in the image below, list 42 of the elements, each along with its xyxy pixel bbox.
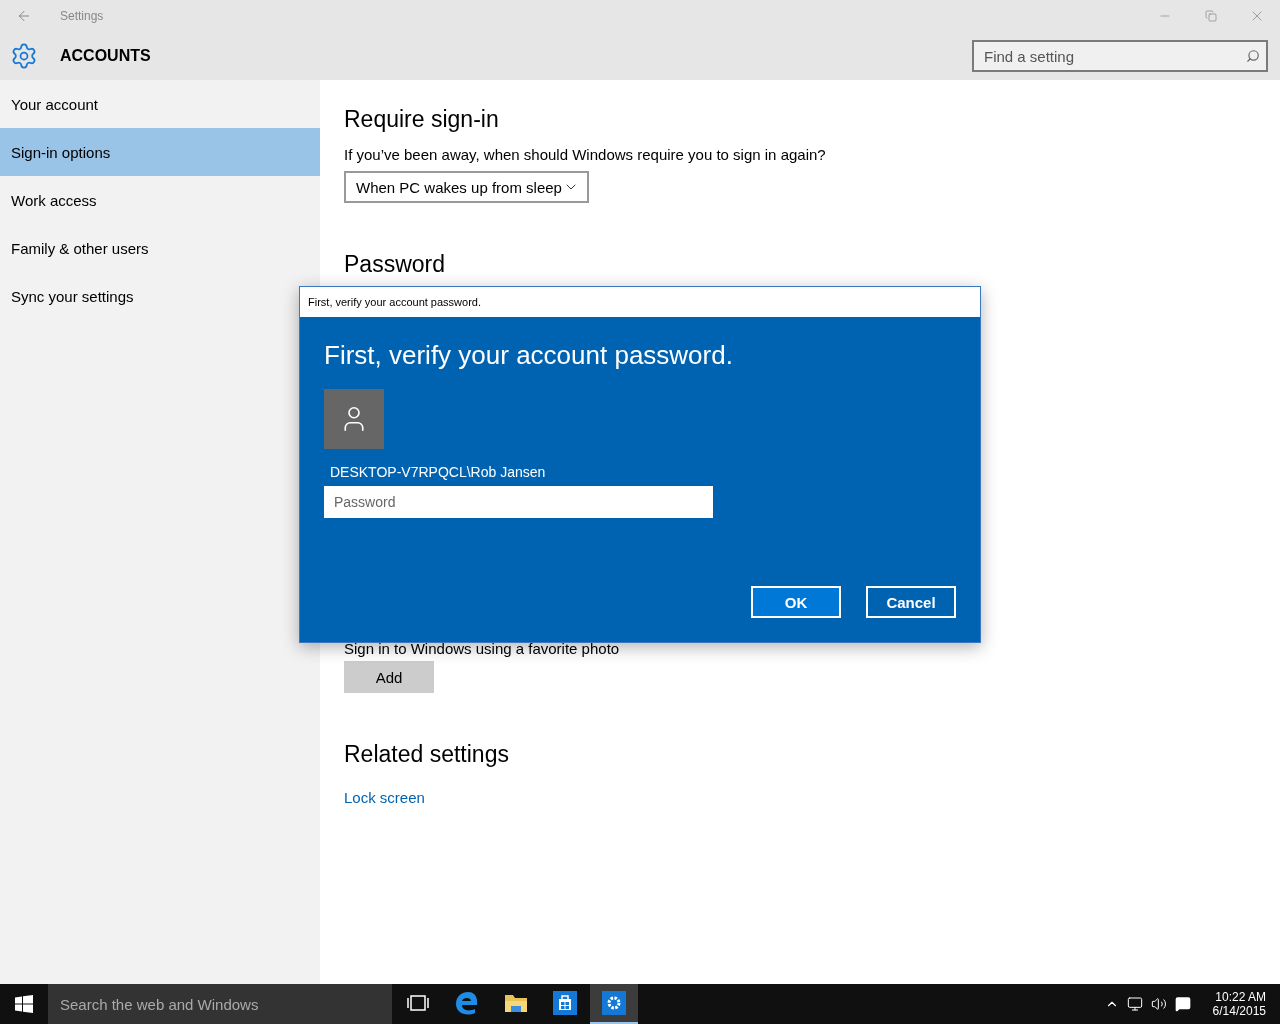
dialog-title: First, verify your account password. xyxy=(300,287,980,317)
description-text: Sign in to Windows using a favorite photo xyxy=(344,640,621,657)
add-button[interactable]: Add xyxy=(344,661,434,693)
user-name: DESKTOP-V7RPQCL\Rob Jansen xyxy=(330,464,547,480)
network-icon xyxy=(1126,996,1143,1012)
notifications-button[interactable] xyxy=(1174,996,1191,1012)
volume-icon xyxy=(1150,996,1167,1012)
time-text: 10:22 AM xyxy=(1215,990,1266,1004)
ok-button[interactable]: OK xyxy=(751,586,841,618)
dialog-heading: First, verify your account password. xyxy=(324,339,734,371)
sidebar-item[interactable]: Family & other users xyxy=(0,224,320,272)
page-title: ACCOUNTS xyxy=(60,47,152,65)
clock[interactable]: 10:22 AM 6/14/2015 xyxy=(1212,990,1266,1018)
sidebar-item[interactable]: Your account xyxy=(0,80,320,128)
taskbar-search-field[interactable]: Search the web and Windows xyxy=(48,984,392,1024)
windows-logo-icon xyxy=(15,995,33,1013)
password-field[interactable]: Password xyxy=(324,486,713,518)
dropdown[interactable]: When PC wakes up from sleep xyxy=(344,171,589,203)
store-icon xyxy=(553,991,577,1015)
section-heading: Password xyxy=(344,250,446,279)
network-button[interactable] xyxy=(1126,996,1143,1012)
date-text: 6/14/2015 xyxy=(1212,1004,1266,1018)
gear-icon xyxy=(10,42,38,70)
message-icon xyxy=(1174,996,1191,1012)
back-arrow-icon xyxy=(16,8,32,24)
section-heading: Related settings xyxy=(344,740,510,769)
taskbar-app-button[interactable] xyxy=(590,984,638,1024)
volume-button[interactable] xyxy=(1150,996,1167,1012)
question-text: If you’ve been away, when should Windows require you to sign in again? xyxy=(344,146,827,163)
search-field[interactable]: Find a setting xyxy=(972,40,1268,72)
restore-icon xyxy=(1205,10,1217,22)
folder-icon xyxy=(504,993,528,1013)
section-heading: Require sign-in xyxy=(344,105,500,134)
settings-link[interactable]: Lock screen xyxy=(344,789,425,806)
sidebar-item[interactable]: Work access xyxy=(0,176,320,224)
sidebar-item[interactable]: Sign-in options xyxy=(0,128,320,176)
task-view-icon xyxy=(407,995,429,1011)
search-icon xyxy=(1246,49,1260,63)
cancel-button[interactable]: Cancel xyxy=(866,586,956,618)
window-title: Settings xyxy=(60,9,105,23)
browser-icon xyxy=(454,991,480,1015)
gear-icon xyxy=(602,991,626,1015)
